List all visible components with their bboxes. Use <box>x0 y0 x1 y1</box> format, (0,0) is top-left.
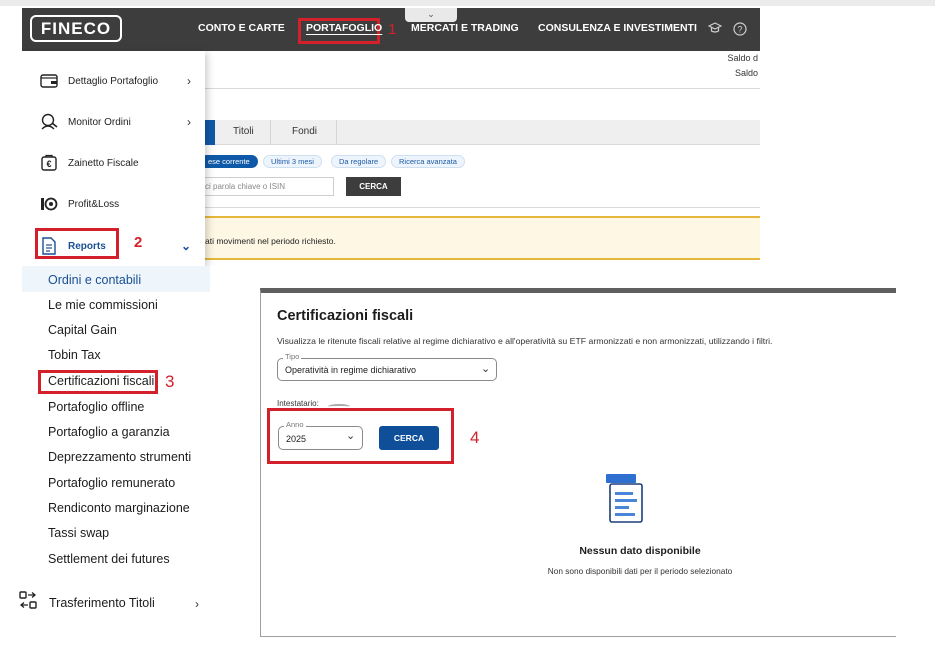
step-2-number: 2 <box>134 234 143 251</box>
menu-item-monitor-ordini[interactable]: Monitor Ordini › <box>22 102 205 142</box>
empty-state-description: Non sono disponibili dati per il periodo… <box>547 566 733 576</box>
submenu-deprezzamento-strumenti[interactable]: Deprezzamento strumenti <box>48 450 191 464</box>
empty-state-title: Nessun dato disponibile <box>579 545 701 557</box>
filter-da-regolare[interactable]: Da regolare <box>331 155 387 168</box>
submenu-portafoglio-a-garanzia[interactable]: Portafoglio a garanzia <box>48 425 170 439</box>
submenu-tassi-swap[interactable]: Tassi swap <box>48 526 109 540</box>
tab-titoli[interactable]: Titoli <box>233 126 254 137</box>
divider <box>205 88 760 89</box>
profit-loss-icon <box>39 195 58 214</box>
page-title: Certificazioni fiscali <box>277 308 414 324</box>
saldo-label-1: Saldo d <box>727 53 758 63</box>
collapse-handle[interactable]: ⌄ <box>405 8 457 22</box>
menu-item-trasferimento-titoli[interactable]: Trasferimento Titoli <box>49 596 155 610</box>
chevron-down-icon: ⌄ <box>180 239 191 253</box>
filter-ultimi-3-mesi[interactable]: Ultimi 3 mesi <box>263 155 322 168</box>
menu-item-label: Dettaglio Portafoglio <box>68 75 159 87</box>
menu-item-label: Profit&Loss <box>68 198 120 210</box>
graduation-cap-icon[interactable] <box>707 22 723 38</box>
wallet-icon <box>39 72 58 91</box>
menu-item-label: Monitor Ordini <box>68 116 131 128</box>
anno-label: Anno <box>284 420 306 429</box>
filter-ricerca-avanzata[interactable]: Ricerca avanzata <box>391 155 465 168</box>
menu-item-profit-loss[interactable]: Profit&Loss <box>22 184 205 224</box>
portfolio-screenshot: FINECO CONTO E CARTE PORTAFOGLIO 1 ⌄ MER… <box>22 8 760 266</box>
step-3-number: 3 <box>165 372 175 391</box>
banner-text: ati movimenti nel periodo richiesto. <box>205 236 336 246</box>
chevron-right-icon: › <box>187 115 191 129</box>
top-strip <box>0 0 935 6</box>
submenu-portafoglio-offline[interactable]: Portafoglio offline <box>48 400 144 414</box>
page-description: Visualizza le ritenute fiscali relative … <box>277 336 773 346</box>
nav-consulenza-e-investimenti[interactable]: CONSULENZA E INVESTIMENTI <box>538 22 697 34</box>
submenu-rendiconto-marginazione[interactable]: Rendiconto marginazione <box>48 501 190 515</box>
search-button[interactable]: CERCA <box>346 177 401 196</box>
order-monitor-icon <box>39 113 58 132</box>
submenu-settlement-dei-futures[interactable]: Settlement dei futures <box>48 552 170 566</box>
nav-mercati-e-trading[interactable]: MERCATI E TRADING <box>411 22 519 34</box>
submenu-le-mie-commissioni[interactable]: Le mie commissioni <box>48 298 158 312</box>
divider <box>200 207 760 208</box>
chevron-right-icon[interactable]: › <box>195 597 199 611</box>
tax-backpack-icon: € <box>39 154 58 173</box>
submenu-capital-gain[interactable]: Capital Gain <box>48 323 117 337</box>
menu-item-zainetto-fiscale[interactable]: € Zainetto Fiscale <box>22 143 205 183</box>
saldo-label-2: Saldo <box>734 68 758 78</box>
tipo-label: Tipo <box>283 352 302 361</box>
active-tab-indicator <box>205 120 215 145</box>
empty-document-icon <box>600 472 646 526</box>
chevron-down-icon: ⌄ <box>481 363 491 375</box>
search-input[interactable]: sci parola chiave o ISIN <box>192 177 334 196</box>
anno-value: 2025 <box>286 434 307 444</box>
svg-text:?: ? <box>737 25 742 35</box>
step-1-number: 1 <box>388 21 397 38</box>
svg-text:€: € <box>46 159 51 169</box>
step-2-highlight <box>35 228 119 259</box>
transfer-icon <box>19 591 37 609</box>
tab-separator <box>336 120 337 145</box>
cerca-button[interactable]: CERCA <box>379 426 439 450</box>
submenu-tobin-tax[interactable]: Tobin Tax <box>48 348 101 362</box>
submenu-portafoglio-remunerato[interactable]: Portafoglio remunerato <box>48 476 175 490</box>
submenu-ordini-e-contabili[interactable]: Ordini e contabili <box>48 273 141 287</box>
menu-item-label: Zainetto Fiscale <box>68 157 139 169</box>
tipo-value: Operatività in regime dichiarativo <box>285 365 417 375</box>
fineco-logo[interactable]: FINECO <box>30 15 122 42</box>
menu-item-dettaglio-portafoglio[interactable]: Dettaglio Portafoglio › <box>22 61 205 101</box>
tab-separator <box>270 120 271 145</box>
tab-fondi[interactable]: Fondi <box>292 126 317 137</box>
sub-tabs-bar <box>205 120 760 145</box>
help-icon[interactable]: ? <box>733 22 747 39</box>
nav-conto-e-carte[interactable]: CONTO E CARTE <box>198 22 285 34</box>
nav-portafoglio[interactable]: PORTAFOGLIO <box>306 22 382 34</box>
filter-mese-corrente[interactable]: ese corrente <box>200 155 258 168</box>
chevron-right-icon: › <box>187 74 191 88</box>
step-4-number: 4 <box>470 428 480 447</box>
step-3-highlight <box>38 370 158 394</box>
intestatario-label: Intestatario: <box>277 399 319 408</box>
chevron-down-icon: ⌄ <box>346 430 356 442</box>
